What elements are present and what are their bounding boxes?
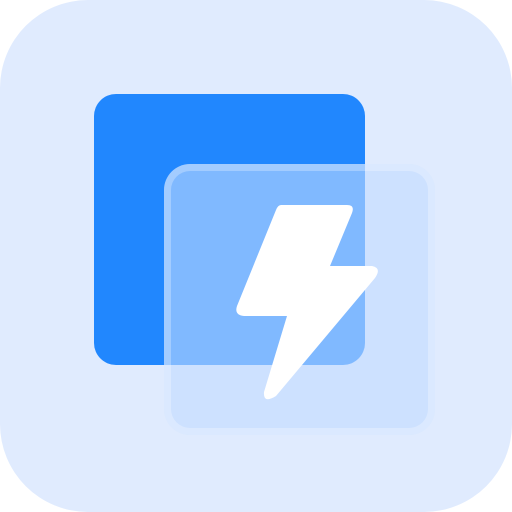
lightning-bolt-icon	[236, 205, 378, 400]
app-icon[interactable]	[0, 0, 512, 512]
